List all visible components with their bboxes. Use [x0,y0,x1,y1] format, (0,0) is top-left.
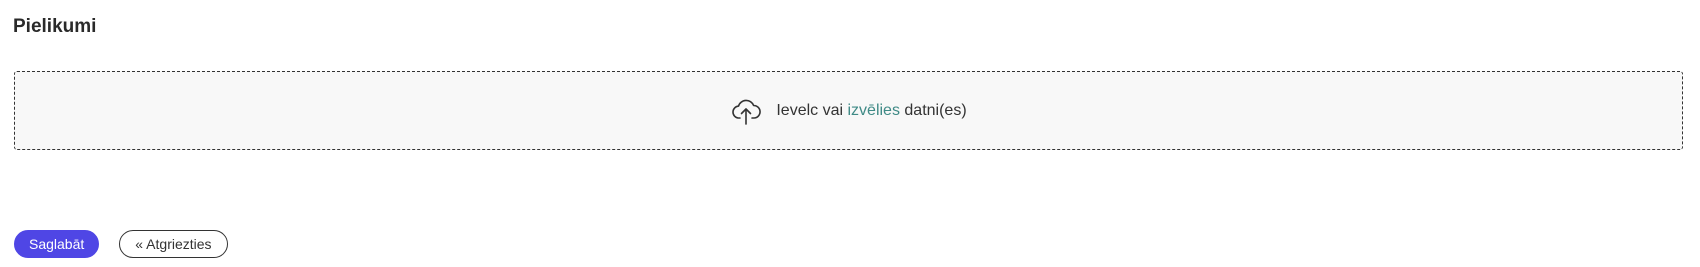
file-dropzone[interactable]: Ievelc vai izvēlies datni(es) [14,71,1683,150]
dropzone-text-before: Ievelc vai [776,101,848,119]
choose-files-link[interactable]: izvēlies [847,102,899,119]
dropzone-content: Ievelc vai izvēlies datni(es) [730,96,967,126]
dropzone-text: Ievelc vai izvēlies datni(es) [776,101,966,121]
back-button[interactable]: « Atgriezties [119,230,228,258]
cloud-upload-icon [730,96,762,126]
dropzone-text-after: datni(es) [899,101,967,119]
section-title: Pielikumi [13,16,97,37]
save-button[interactable]: Saglabāt [14,230,100,258]
form-actions: Saglabāt « Atgriezties [14,230,228,258]
